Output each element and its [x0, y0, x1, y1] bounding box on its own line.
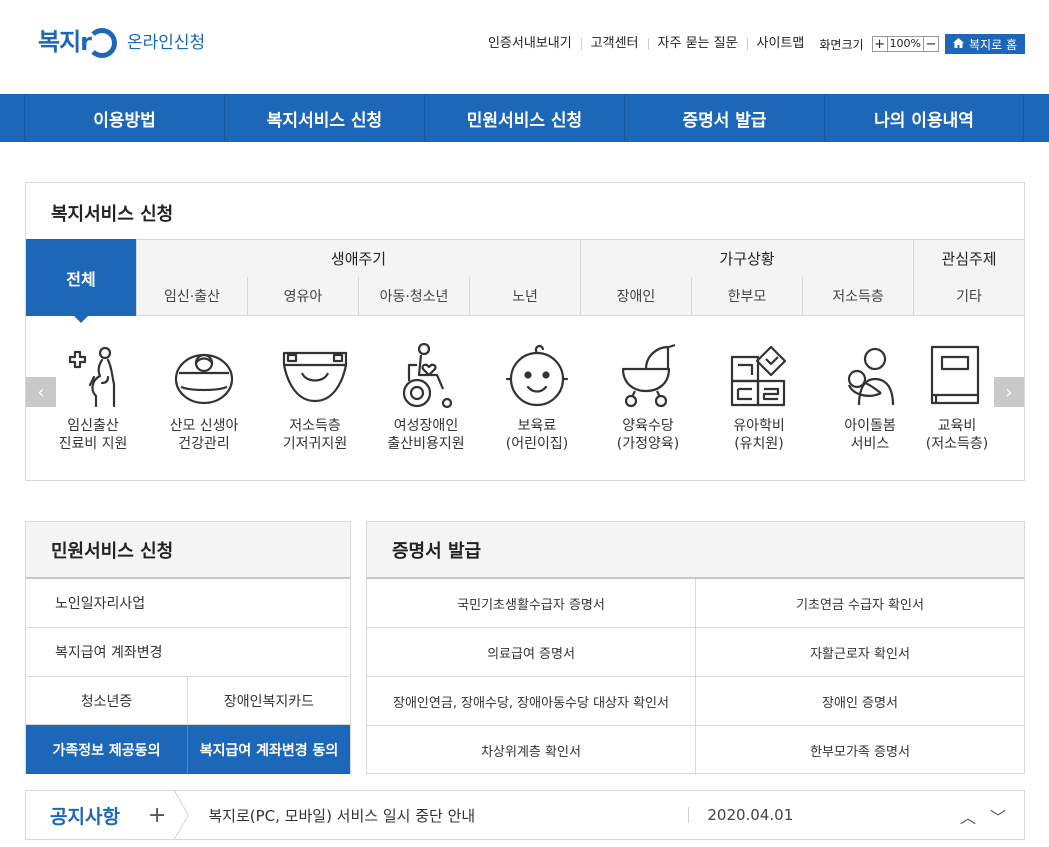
logo-mark: 복지r: [38, 22, 117, 58]
category-household[interactable]: 가구상황: [580, 240, 913, 278]
util-link-customer-center[interactable]: 고객센터: [580, 37, 648, 50]
nav-item-certificates[interactable]: 증명서 발급: [624, 94, 824, 142]
category-interest[interactable]: 관심주제: [913, 240, 1024, 278]
panel-title: 복지서비스 신청: [51, 204, 174, 225]
zoom-label: 화면크기: [819, 37, 864, 52]
service-label: 저소득층 기저귀지원: [282, 418, 348, 452]
civil-link-account-change[interactable]: 복지급여 계좌변경: [26, 628, 350, 677]
civil-split-row: 청소년증 장애인복지카드: [26, 677, 350, 725]
welfare-service-panel: 복지서비스 신청 전체 생애주기 가구상황 관심주제 임신·출산 영유아 아동·…: [25, 182, 1025, 481]
service-carousel: 임신출산 진료비 지원 산모 신생아 건강관리 저소득층 기저귀지원 여성장애인…: [26, 333, 1024, 473]
notice-nav: ︿ ﹀: [960, 804, 1006, 828]
cert-title: 증명서 발급: [367, 522, 1024, 579]
header: 복지r 온라인신청 인증서내보내기 고객센터 자주 묻는 질문 사이트맵 화면크…: [0, 0, 1049, 94]
logo-ring-icon: [87, 28, 117, 58]
cert-link-self-support-worker[interactable]: 자활근로자 확인서: [696, 628, 1024, 677]
family-info-consent-button[interactable]: 가족정보 제공동의: [26, 725, 188, 774]
carousel-next-button[interactable]: ›: [994, 377, 1024, 407]
cert-link-basic-pension[interactable]: 기초연금 수급자 확인서: [696, 579, 1024, 628]
service-label: 임신출산 진료비 지원: [58, 418, 128, 452]
civil-link-disabled-card[interactable]: 장애인복지카드: [188, 677, 350, 724]
notice-more-icon[interactable]: +: [148, 803, 166, 828]
logo[interactable]: 복지r 온라인신청: [38, 22, 205, 58]
notice-title[interactable]: 공지사항: [50, 802, 120, 829]
tab-all[interactable]: 전체: [26, 239, 136, 316]
home-button-label: 복지로 홈: [969, 37, 1017, 52]
util-link-sitemap[interactable]: 사이트맵: [746, 37, 814, 50]
notice-divider: [174, 791, 188, 839]
service-item-newborn-care[interactable]: 산모 신생아 건강관리: [149, 343, 259, 453]
subcategory-youth[interactable]: 아동·청소년: [358, 277, 469, 316]
subcategory-row: 임신·출산 영유아 아동·청소년 노년 장애인 한부모 저소득층 기타: [136, 277, 1024, 316]
baby-face-icon: [482, 343, 592, 409]
nav-item-usage[interactable]: 이용방법: [24, 94, 224, 142]
category-lifecycle[interactable]: 생애주기: [136, 240, 580, 278]
notice-next-icon[interactable]: ﹀: [990, 804, 1006, 828]
zoom-in-button[interactable]: +: [871, 36, 888, 52]
tab-selected-indicator: [74, 316, 88, 323]
welfare-home-button[interactable]: 복지로 홈: [945, 34, 1025, 54]
cert-link-medical-aid[interactable]: 의료급여 증명서: [367, 628, 696, 677]
cert-link-disability-allowance[interactable]: 장애인연금, 장애수당, 장애아동수당 대상자 확인서: [367, 677, 696, 726]
civil-service-box: 민원서비스 신청 노인일자리사업 복지급여 계좌변경 청소년증 장애인복지카드 …: [25, 521, 351, 774]
notice-headline[interactable]: 복지로(PC, 모바일) 서비스 일시 중단 안내: [208, 805, 688, 826]
cert-grid: 국민기초생활수급자 증명서 기초연금 수급자 확인서 의료급여 증명서 자활근로…: [367, 579, 1024, 775]
subcategory-single-parent[interactable]: 한부모: [691, 277, 802, 316]
service-item-disabled-women-birth[interactable]: 여성장애인 출산비용지원: [371, 343, 481, 453]
stroller-icon: [593, 343, 703, 409]
service-item-diaper-support[interactable]: 저소득층 기저귀지원: [260, 343, 370, 453]
service-label: 보육료 (어린이집): [505, 418, 569, 452]
service-label: 교육비 (저소득층): [925, 418, 989, 452]
home-icon: [953, 37, 965, 51]
subcategory-elderly[interactable]: 노년: [469, 277, 580, 316]
service-item-parenting-allowance[interactable]: 양육수당 (가정양육): [593, 343, 703, 453]
subcategory-infant[interactable]: 영유아: [247, 277, 358, 316]
subcategory-other[interactable]: 기타: [913, 277, 1024, 316]
civil-link-senior-jobs[interactable]: 노인일자리사업: [26, 579, 350, 628]
main-nav: 이용방법 복지서비스 신청 민원서비스 신청 증명서 발급 나의 이용내역: [0, 94, 1049, 142]
carousel-prev-button[interactable]: ‹: [26, 377, 56, 407]
service-label: 양육수당 (가정양육): [616, 418, 680, 452]
cert-link-disability-certificate[interactable]: 장애인 증명서: [696, 677, 1024, 726]
util-link-faq[interactable]: 자주 묻는 질문: [647, 37, 747, 50]
nav-item-welfare-apply[interactable]: 복지서비스 신청: [224, 94, 424, 142]
service-item-childcare-fee[interactable]: 보육료 (어린이집): [482, 343, 592, 453]
logo-text: 복지r: [38, 28, 92, 56]
zoom-out-button[interactable]: −: [923, 36, 940, 52]
notice-date: 2020.04.01: [688, 807, 793, 823]
nav-item-my-history[interactable]: 나의 이용내역: [824, 94, 1024, 142]
utility-nav: 인증서내보내기 고객센터 자주 묻는 질문 사이트맵 화면크기 + 100% −…: [479, 34, 1025, 54]
cert-link-near-poor[interactable]: 차상위계층 확인서: [367, 726, 696, 775]
service-item-kindergarten-fee[interactable]: 유아학비 (유치원): [704, 343, 814, 453]
nav-item-civil-apply[interactable]: 민원서비스 신청: [424, 94, 624, 142]
civil-title: 민원서비스 신청: [26, 522, 350, 579]
util-link-cert-export[interactable]: 인증서내보내기: [479, 37, 581, 50]
cert-link-basic-livelihood[interactable]: 국민기초생활수급자 증명서: [367, 579, 696, 628]
notice-prev-icon[interactable]: ︿: [960, 804, 976, 828]
zoom-control: 화면크기 + 100% −: [819, 36, 940, 53]
civil-link-youth-card[interactable]: 청소년증: [26, 677, 188, 724]
wheelchair-icon: [371, 343, 481, 409]
diaper-icon: [260, 343, 370, 409]
account-change-consent-button[interactable]: 복지급여 계좌변경 동의: [188, 725, 350, 774]
subcategory-disabled[interactable]: 장애인: [580, 277, 691, 316]
service-label: 산모 신생아 건강관리: [169, 418, 239, 452]
baby-basket-icon: [149, 343, 259, 409]
notice-bar: 공지사항 + 복지로(PC, 모바일) 서비스 일시 중단 안내 2020.04…: [25, 790, 1025, 840]
service-label: 여성장애인 출산비용지원: [387, 418, 465, 452]
service-label: 유아학비 (유치원): [733, 418, 785, 452]
zoom-value: 100%: [887, 36, 924, 52]
cert-link-single-parent[interactable]: 한부모가족 증명서: [696, 726, 1024, 775]
logo-subtitle: 온라인신청: [127, 32, 206, 53]
subcategory-pregnancy[interactable]: 임신·출산: [136, 277, 247, 316]
letter-blocks-icon: [704, 343, 814, 409]
certificate-box: 증명서 발급 국민기초생활수급자 증명서 기초연금 수급자 확인서 의료급여 증…: [366, 521, 1025, 775]
civil-consent-row: 가족정보 제공동의 복지급여 계좌변경 동의: [26, 725, 350, 774]
category-row: 생애주기 가구상황 관심주제: [136, 239, 1024, 278]
subcategory-low-income[interactable]: 저소득층: [802, 277, 913, 316]
